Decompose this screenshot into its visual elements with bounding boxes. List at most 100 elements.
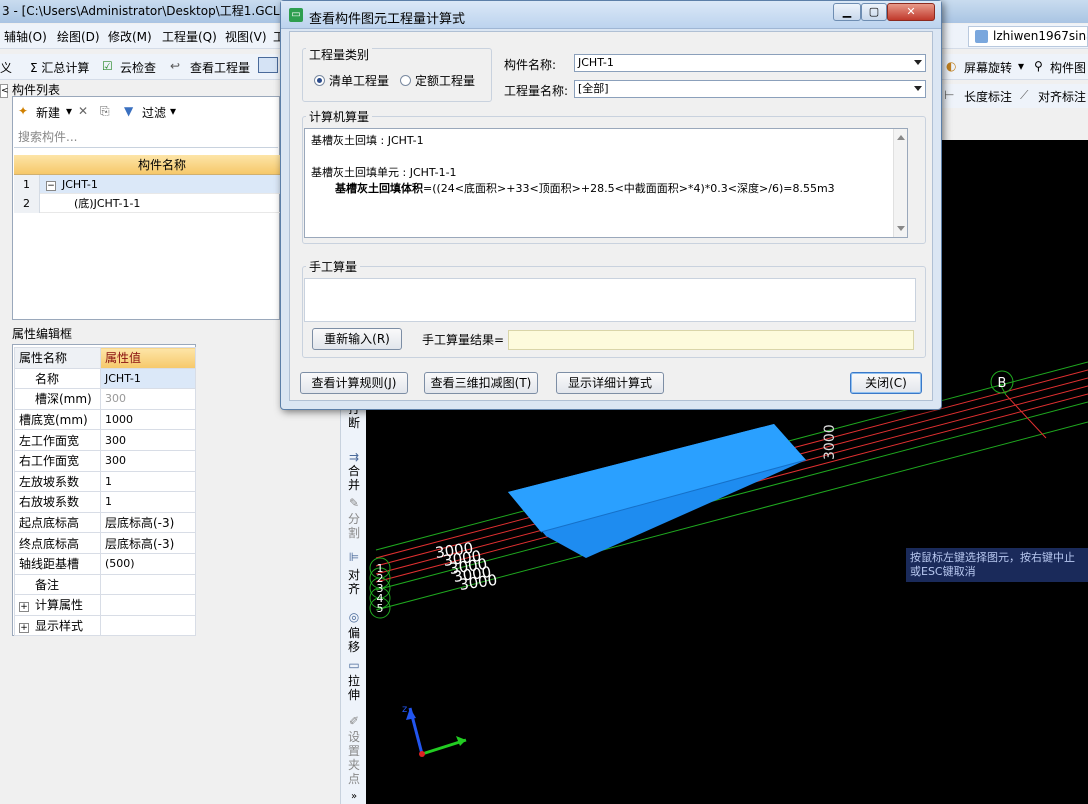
- show-detail-formula-button[interactable]: 显示详细计算式: [556, 372, 664, 394]
- grip-icon: ✐: [348, 714, 360, 728]
- split-tool[interactable]: 分割: [346, 512, 362, 540]
- property-name-header: 属性名称: [14, 347, 101, 369]
- chevron-down-icon[interactable]: ▾: [1018, 59, 1024, 73]
- property-key: 轴线距基槽: [14, 552, 101, 575]
- expand-icon[interactable]: +: [19, 602, 29, 613]
- manual-result-field[interactable]: [508, 330, 914, 350]
- radio-quota-quantity[interactable]: 定额工程量: [400, 72, 475, 89]
- scroll-up-icon[interactable]: [897, 135, 905, 140]
- property-row[interactable]: 轴线距基槽 (500): [14, 552, 196, 575]
- property-row[interactable]: 槽底宽(mm) 1000: [14, 408, 196, 431]
- row-name-wrap: − JCHT-1: [46, 175, 98, 194]
- radio-dot-selected: [314, 75, 325, 86]
- component-name-select[interactable]: JCHT-1: [574, 54, 926, 72]
- property-row[interactable]: 起点底标高 层底标高(-3): [14, 511, 196, 534]
- component-table: 构件名称 1 − JCHT-1 2 (底)JCHT-1-1: [14, 155, 280, 213]
- collapse-icon[interactable]: −: [46, 181, 56, 191]
- row-index: 1: [14, 175, 40, 194]
- menu-draw[interactable]: 绘图(D): [57, 28, 100, 45]
- property-row[interactable]: 备注: [14, 573, 196, 596]
- property-group-row[interactable]: + 计算属性: [14, 594, 196, 616]
- table-row[interactable]: 2 (底)JCHT-1-1: [14, 194, 280, 213]
- property-key: 左工作面宽: [14, 429, 101, 451]
- view-quantity-button[interactable]: 查看工程量: [190, 59, 250, 76]
- copy-icon[interactable]: ⎘: [100, 104, 110, 119]
- menu-modify[interactable]: 修改(M): [108, 28, 152, 45]
- property-row[interactable]: 左工作面宽 300: [14, 429, 196, 451]
- delete-icon[interactable]: ✕: [78, 104, 88, 118]
- toolbar-item-define[interactable]: 义: [0, 59, 12, 76]
- component-list-toolbar: ✦ 新建 ▾ ✕ ⎘ ▼ 过滤 ▾: [14, 100, 280, 124]
- offset-tool[interactable]: 偏移: [346, 626, 362, 654]
- align-tool[interactable]: 对齐: [346, 568, 362, 596]
- property-row[interactable]: 右工作面宽 300: [14, 449, 196, 472]
- component-search-input[interactable]: 搜索构件...: [14, 126, 278, 148]
- new-icon: ✦: [18, 104, 29, 118]
- close-button[interactable]: 关闭(C): [850, 372, 922, 394]
- chevron-down-icon[interactable]: ▾: [170, 104, 176, 118]
- reenter-button[interactable]: 重新输入(R): [312, 328, 402, 350]
- property-value[interactable]: [100, 573, 196, 596]
- view-formula-tool-icon[interactable]: [258, 57, 278, 73]
- radio-bill-quantity[interactable]: 清单工程量: [314, 72, 389, 89]
- close-icon[interactable]: ✕: [887, 3, 935, 21]
- expand-icon[interactable]: +: [19, 623, 29, 634]
- menu-view[interactable]: 视图(V): [225, 28, 267, 45]
- property-value[interactable]: 1: [100, 470, 196, 493]
- property-group-row[interactable]: + 显示样式: [14, 614, 196, 637]
- summary-calc-button[interactable]: Σ 汇总计算: [30, 59, 89, 76]
- component-diagram-button[interactable]: 构件图: [1050, 59, 1086, 76]
- quantity-name-select[interactable]: [全部]: [574, 80, 926, 98]
- property-row[interactable]: 左放坡系数 1: [14, 470, 196, 493]
- minimize-icon[interactable]: ▁: [833, 3, 861, 21]
- calc-scrollbar[interactable]: [893, 129, 907, 237]
- maximize-icon[interactable]: ▢: [861, 3, 887, 21]
- screen-rotate-button[interactable]: 屏幕旋转: [964, 59, 1012, 76]
- align-dim-icon: ⟋: [1020, 88, 1029, 102]
- property-value[interactable]: 层底标高(-3): [100, 532, 196, 554]
- property-row[interactable]: 名称 JCHT-1: [14, 367, 196, 390]
- manual-formula-input[interactable]: [304, 278, 916, 322]
- user-account[interactable]: lzhiwen1967sina: [968, 26, 1088, 47]
- collapse-left-icon[interactable]: <: [0, 84, 9, 98]
- new-component-button[interactable]: 新建: [36, 104, 60, 121]
- property-row[interactable]: 终点底标高 层底标高(-3): [14, 532, 196, 554]
- property-row[interactable]: 右放坡系数 1: [14, 491, 196, 513]
- dialog-title-bar[interactable]: ▭ 查看构件图元工程量计算式 ▁ ▢ ✕: [281, 1, 941, 29]
- set-grip-tool[interactable]: 设置夹点: [346, 730, 362, 786]
- menu-quantity[interactable]: 工程量(Q): [162, 28, 217, 45]
- select-value: [全部]: [578, 82, 609, 95]
- table-row[interactable]: 1 − JCHT-1: [14, 175, 280, 194]
- property-row[interactable]: 槽深(mm) 300: [14, 388, 196, 410]
- app-icon: ▭: [289, 8, 303, 22]
- length-dim-icon: ⊢: [944, 88, 955, 102]
- merge-tool[interactable]: 合并: [346, 464, 362, 492]
- quantity-formula-dialog: ▭ 查看构件图元工程量计算式 ▁ ▢ ✕ 工程量类别 清单工程量 定额工程量 构…: [280, 0, 942, 410]
- calc-formula: =((24<底面积>+33<顶面积>+28.5<中截面面积>*4)*0.3<深度…: [423, 182, 835, 195]
- stretch-tool[interactable]: 拉伸: [346, 674, 362, 702]
- calc-formula-area[interactable]: 基槽灰土回填 : JCHT-1 基槽灰土回填单元 : JCHT-1-1 基槽灰土…: [304, 128, 908, 238]
- property-value[interactable]: 层底标高(-3): [100, 511, 196, 534]
- menu-axis[interactable]: 辅轴(O): [4, 28, 47, 45]
- property-key: 槽底宽(mm): [14, 408, 101, 431]
- chevron-down-icon[interactable]: ▾: [66, 104, 72, 118]
- filter-button[interactable]: 过滤: [142, 104, 166, 121]
- view-3d-deduction-button[interactable]: 查看三维扣减图(T): [424, 372, 538, 394]
- length-dim-button[interactable]: 长度标注: [964, 88, 1012, 105]
- property-value[interactable]: 1000: [100, 408, 196, 431]
- scroll-down-icon[interactable]: [897, 226, 905, 231]
- stretch-icon: ▭: [348, 658, 360, 672]
- axis-label-b: B: [998, 376, 1007, 391]
- property-value[interactable]: 300: [100, 429, 196, 451]
- axis-numbers: 1 2 3 4 5: [377, 562, 384, 615]
- component-name: JCHT-1: [62, 178, 98, 191]
- property-value[interactable]: 1: [100, 491, 196, 513]
- align-dim-button[interactable]: 对齐标注: [1038, 88, 1086, 105]
- property-value[interactable]: JCHT-1: [100, 367, 196, 390]
- property-value[interactable]: (500): [100, 552, 196, 575]
- property-value[interactable]: 300: [100, 449, 196, 472]
- view-rules-button[interactable]: 查看计算规则(J): [300, 372, 408, 394]
- property-key: 名称: [14, 367, 101, 390]
- more-tools-icon[interactable]: »: [346, 790, 362, 804]
- cloud-check-button[interactable]: 云检查: [120, 59, 156, 76]
